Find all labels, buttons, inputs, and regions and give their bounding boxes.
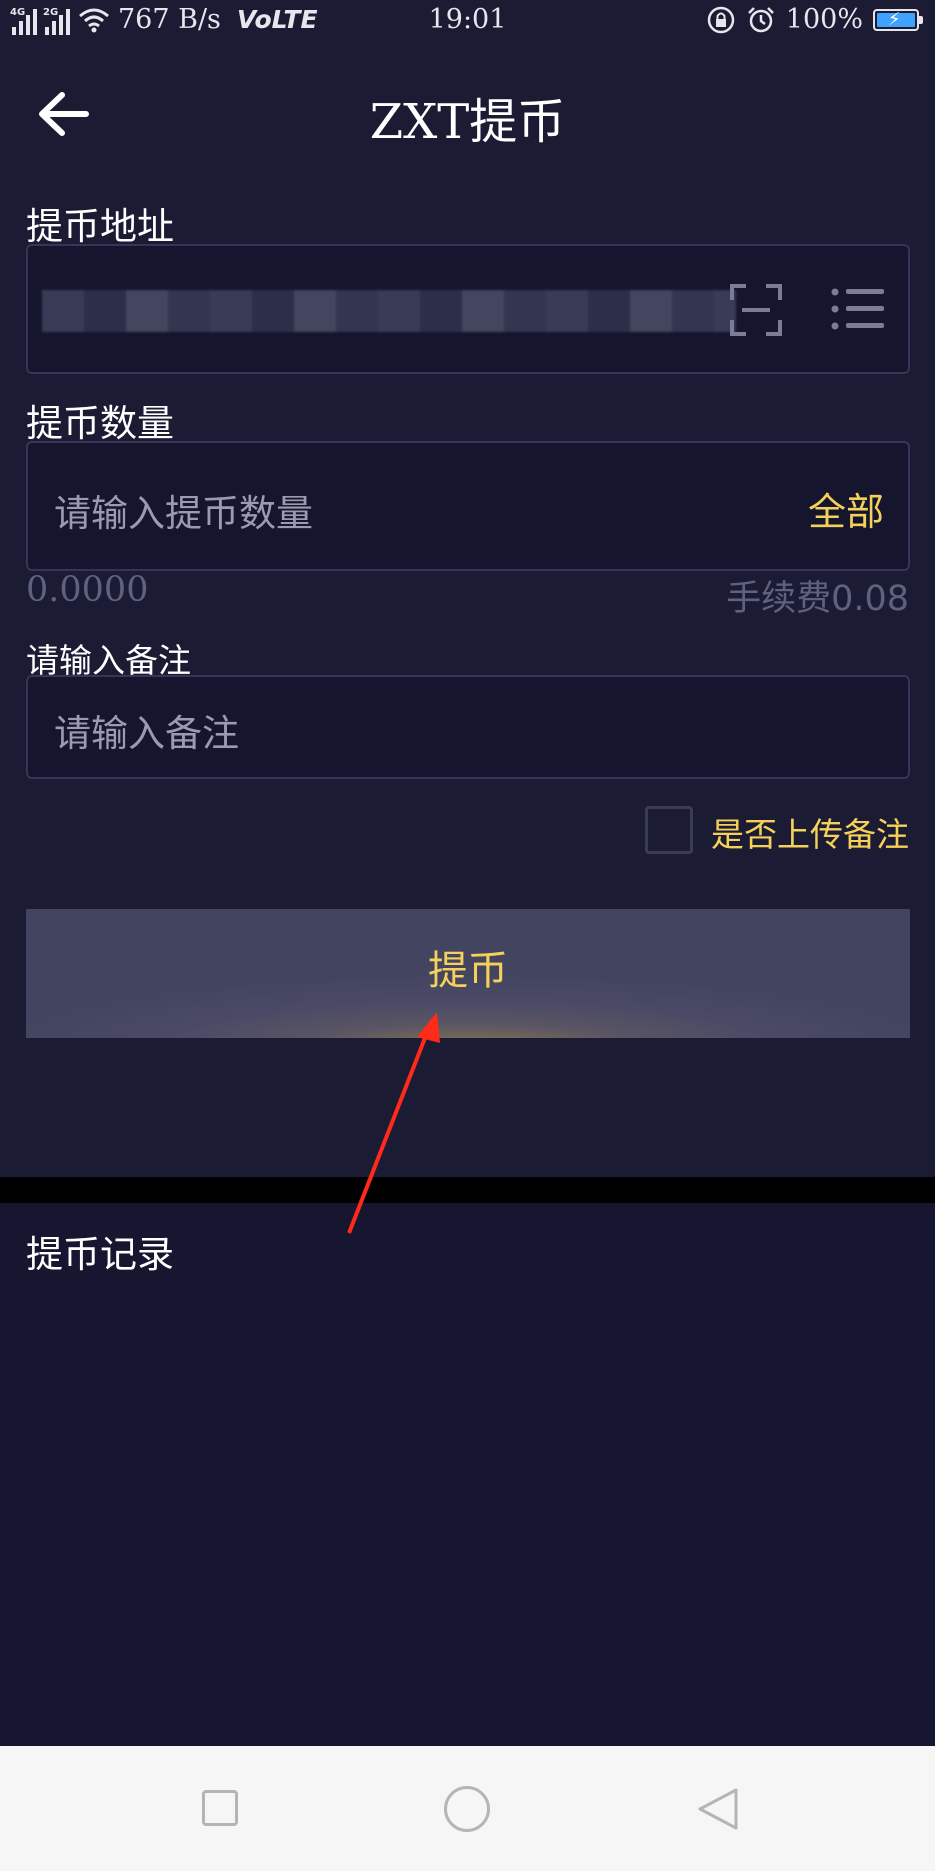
status-right: 100% ⚡: [706, 4, 923, 35]
status-bar: 4G 2G 767 B/s VoLTE 19:01 100% ⚡: [0, 0, 935, 44]
address-field[interactable]: [26, 244, 910, 374]
upload-memo-label[interactable]: 是否上传备注: [711, 808, 909, 856]
withdraw-button[interactable]: 提币: [26, 909, 910, 1038]
rotation-lock-icon: [707, 6, 735, 33]
address-book-icon[interactable]: [830, 286, 886, 332]
amount-label: 提币数量: [26, 402, 174, 445]
page-title: ZXT提币: [369, 94, 566, 150]
battery-icon: ⚡: [873, 8, 923, 31]
scan-icon[interactable]: [728, 282, 784, 338]
upload-memo-checkbox[interactable]: [645, 806, 693, 854]
battery-percent: 100%: [785, 4, 863, 35]
system-back-icon[interactable]: [696, 1786, 740, 1832]
recent-apps-button[interactable]: [202, 1790, 238, 1826]
amount-input[interactable]: 请输入提币数量: [54, 483, 313, 537]
memo-field[interactable]: 请输入备注: [26, 675, 910, 779]
section-divider: [0, 1177, 935, 1203]
records-list: [0, 1203, 935, 1746]
available-balance: 0.0000: [26, 570, 149, 610]
amount-field[interactable]: 请输入提币数量 全部: [26, 441, 910, 571]
address-label: 提币地址: [26, 205, 174, 248]
records-title: 提币记录: [26, 1233, 174, 1276]
fee-text: 手续费0.08: [726, 579, 909, 619]
memo-input[interactable]: 请输入备注: [54, 703, 239, 757]
top-nav: ZXT提币: [0, 60, 935, 160]
all-button[interactable]: 全部: [808, 481, 884, 536]
alarm-icon: [747, 6, 774, 32]
system-nav-bar: [0, 1746, 935, 1871]
address-value-redacted: [42, 290, 736, 332]
home-button[interactable]: [444, 1786, 490, 1832]
